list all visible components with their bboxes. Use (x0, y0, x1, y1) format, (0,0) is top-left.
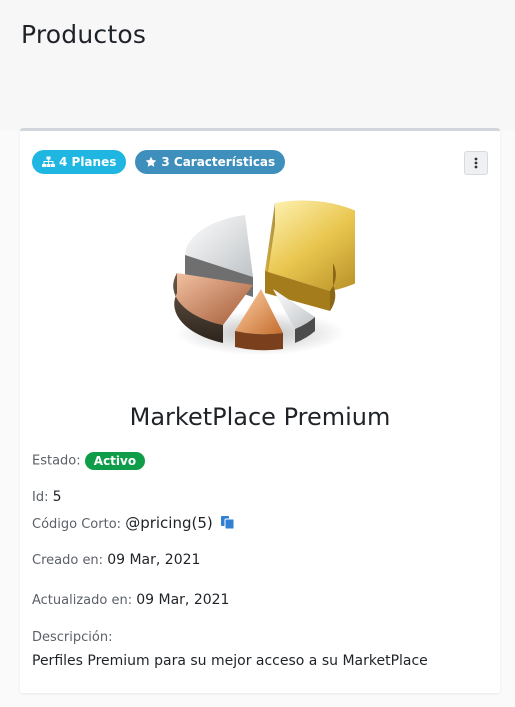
status-badge: Activo (84, 452, 146, 470)
updated-value: 09 Mar, 2021 (136, 592, 230, 608)
updated-row: Actualizado en: 09 Mar, 2021 (32, 592, 229, 608)
created-value: 09 Mar, 2021 (107, 552, 201, 568)
plans-badge[interactable]: 4 Planes (32, 150, 127, 174)
star-icon (146, 156, 157, 167)
updated-label: Actualizado en: (32, 593, 133, 608)
description-label: Descripción: (32, 630, 113, 645)
created-label: Creado en: (32, 553, 104, 568)
short-code-row: Código Corto: @pricing(5) (32, 514, 235, 534)
product-card: 4 Planes 3 Características MarketPlace P… (20, 128, 500, 693)
badge-group: 4 Planes 3 Características (32, 150, 286, 174)
id-row: Id: 5 (32, 489, 62, 505)
status-row: Estado: Activo (32, 452, 146, 470)
features-badge-label: 3 Características (161, 155, 276, 169)
copy-icon[interactable] (220, 515, 235, 534)
vertical-ellipsis-icon (474, 157, 478, 169)
id-value: 5 (52, 489, 62, 505)
page-title: Productos (21, 20, 147, 49)
plans-badge-label: 4 Planes (59, 155, 117, 169)
short-code-value: @pricing(5) (125, 514, 213, 532)
created-row: Creado en: 09 Mar, 2021 (32, 552, 200, 568)
id-label: Id: (32, 490, 49, 505)
card-menu-button[interactable] (464, 151, 488, 175)
short-code-label: Código Corto: (32, 517, 122, 532)
sitemap-icon (42, 156, 55, 167)
description-text: Perfiles Premium para su mejor acceso a … (32, 653, 428, 669)
pie-chart-image (173, 200, 355, 355)
status-label: Estado: (32, 453, 81, 469)
product-name: MarketPlace Premium (129, 403, 391, 431)
page-header: Productos (0, 0, 515, 130)
features-badge[interactable]: 3 Características (135, 150, 286, 174)
